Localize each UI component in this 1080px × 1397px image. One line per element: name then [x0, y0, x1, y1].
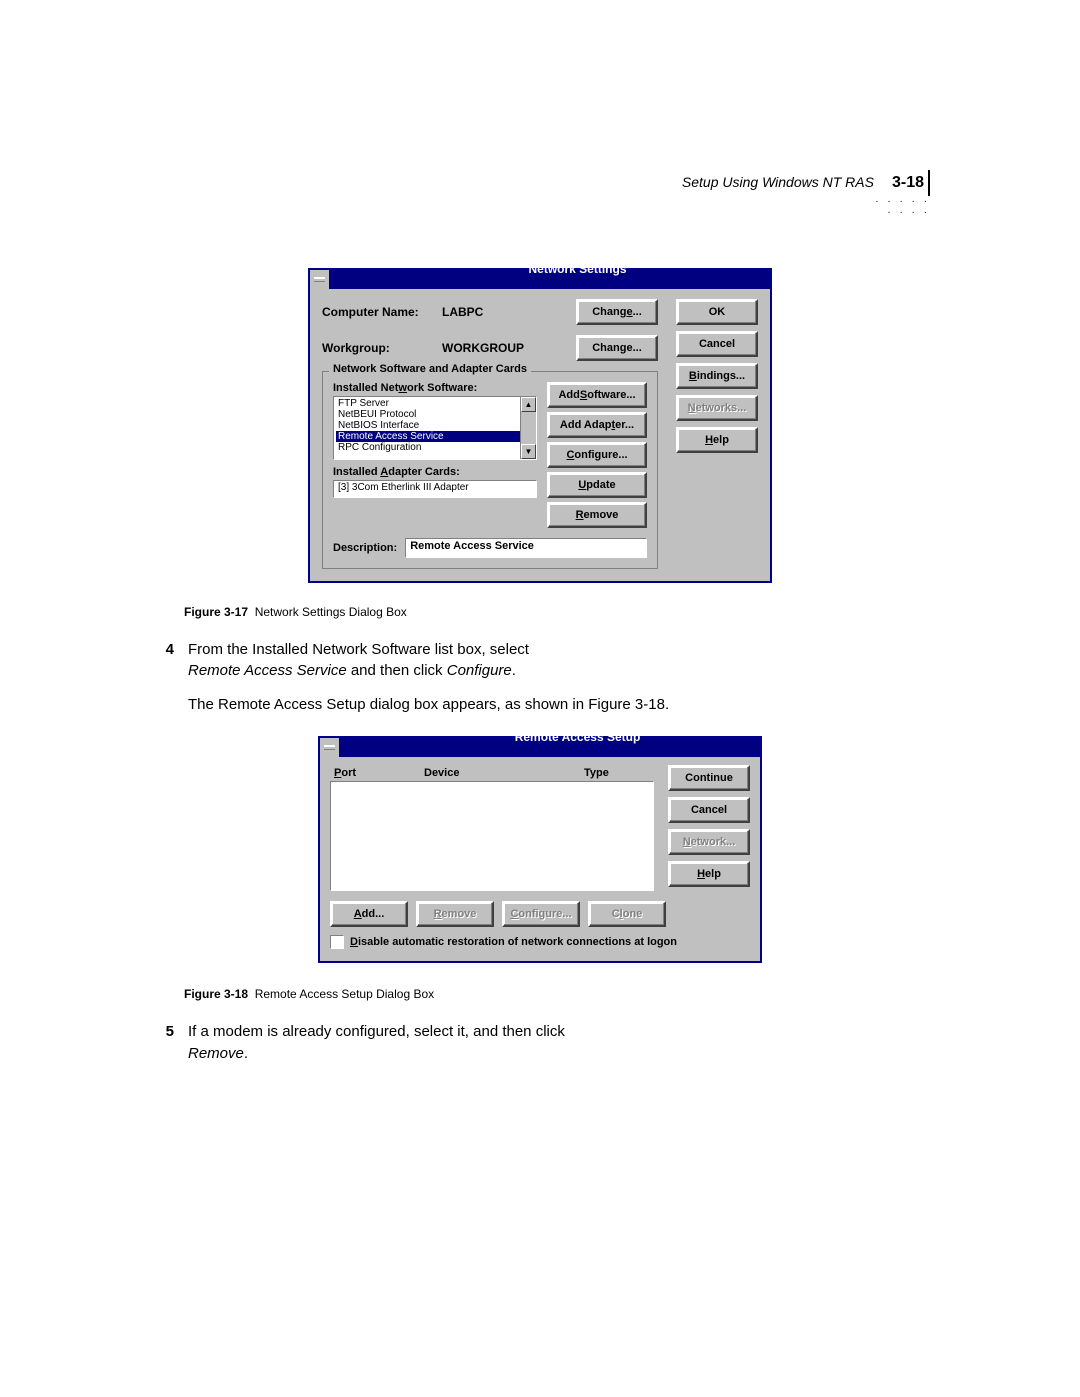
figure-caption: Figure 3-18 Remote Access Setup Dialog B…: [184, 987, 950, 1001]
scroll-down-icon[interactable]: ▼: [521, 444, 536, 459]
bindings-button[interactable]: Bindings...: [676, 363, 758, 389]
networks-button: Networks...: [676, 395, 758, 421]
network-settings-dialog: Network Settings Computer Name: LABPC Ch…: [308, 268, 772, 583]
update-button[interactable]: Update: [547, 472, 647, 498]
step-4: 4 From the Installed Network Software li…: [160, 639, 950, 683]
network-button: Network...: [668, 829, 750, 855]
step-5: 5 If a modem is already configured, sele…: [160, 1021, 950, 1065]
description-label: Description:: [333, 542, 397, 554]
ras-device-listbox[interactable]: [330, 781, 654, 891]
running-title: Setup Using Windows NT RAS: [682, 174, 874, 190]
list-item[interactable]: [3] 3Com Etherlink III Adapter: [336, 482, 534, 493]
computer-name-value: LABPC: [442, 305, 576, 319]
groupbox-title: Network Software and Adapter Cards: [329, 363, 531, 375]
change-workgroup-button[interactable]: Change...: [576, 335, 658, 361]
list-item[interactable]: FTP Server: [336, 398, 534, 409]
body-paragraph: The Remote Access Setup dialog box appea…: [188, 694, 950, 716]
remote-access-setup-dialog: Remote Access Setup Port Device Type Con…: [318, 736, 762, 963]
cancel-button[interactable]: Cancel: [668, 797, 750, 823]
workgroup-label: Workgroup:: [322, 341, 442, 355]
installed-software-label: Installed Network Software:: [333, 382, 537, 394]
list-item[interactable]: RPC Configuration: [336, 442, 534, 453]
dialog-titlebar: Remote Access Setup: [320, 738, 760, 757]
computer-name-label: Computer Name:: [322, 305, 442, 319]
dialog-title: Remote Access Setup: [395, 730, 760, 744]
list-item-selected[interactable]: Remote Access Service: [336, 431, 534, 442]
help-button[interactable]: Help: [676, 427, 758, 453]
scroll-up-icon[interactable]: ▲: [521, 397, 536, 412]
disable-auto-restore-label: Disable automatic restoration of network…: [350, 936, 677, 948]
step-number: 4: [160, 639, 174, 683]
dialog-title: Network Settings: [385, 262, 770, 276]
description-value: Remote Access Service: [405, 538, 647, 558]
software-adapter-groupbox: Network Software and Adapter Cards Insta…: [322, 371, 658, 569]
remove-button[interactable]: Remove: [547, 502, 647, 528]
installed-adapters-label: Installed Adapter Cards:: [333, 466, 537, 478]
cancel-button[interactable]: Cancel: [676, 331, 758, 357]
disable-auto-restore-checkbox[interactable]: [330, 935, 344, 949]
list-headers: Port Device Type: [330, 765, 654, 781]
figure-caption: Figure 3-17 Network Settings Dialog Box: [184, 605, 950, 619]
clone-button: Clone: [588, 901, 666, 927]
scrollbar[interactable]: ▲ ▼: [520, 397, 536, 459]
system-menu-icon[interactable]: [320, 738, 341, 757]
ok-button[interactable]: OK: [676, 299, 758, 325]
configure-button[interactable]: Configure...: [547, 442, 647, 468]
system-menu-icon[interactable]: [310, 270, 331, 289]
list-item[interactable]: NetBIOS Interface: [336, 420, 534, 431]
step-number: 5: [160, 1021, 174, 1065]
header-ornament-dots: · · · · · · · · ·: [870, 196, 930, 218]
add-adapter-button[interactable]: Add Adapter...: [547, 412, 647, 438]
remove-button: Remove: [416, 901, 494, 927]
change-computer-name-button[interactable]: Change...: [576, 299, 658, 325]
dialog-titlebar: Network Settings: [310, 270, 770, 289]
configure-button: Configure...: [502, 901, 580, 927]
page-header: Setup Using Windows NT RAS 3-18: [130, 170, 950, 196]
list-item[interactable]: NetBEUI Protocol: [336, 409, 534, 420]
add-button[interactable]: Add...: [330, 901, 408, 927]
add-software-button[interactable]: Add Software...: [547, 382, 647, 408]
installed-adapters-listbox[interactable]: [3] 3Com Etherlink III Adapter: [333, 480, 537, 498]
installed-software-listbox[interactable]: FTP Server NetBEUI Protocol NetBIOS Inte…: [333, 396, 537, 460]
continue-button[interactable]: Continue: [668, 765, 750, 791]
workgroup-value: WORKGROUP: [442, 341, 576, 355]
page-number: 3-18: [892, 170, 930, 196]
help-button[interactable]: Help: [668, 861, 750, 887]
